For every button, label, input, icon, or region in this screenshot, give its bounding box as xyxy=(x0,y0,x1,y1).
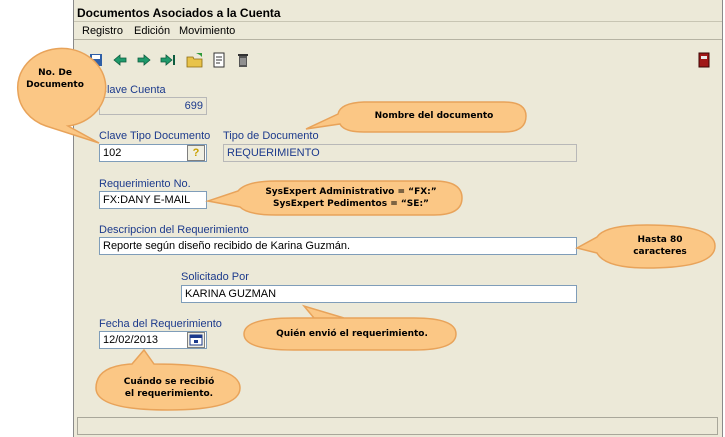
calendar-button[interactable] xyxy=(187,332,205,348)
solicitado-por-input[interactable]: KARINA GUZMAN xyxy=(181,285,577,303)
descripcion-input[interactable]: Reporte según diseño recibido de Karina … xyxy=(99,237,577,255)
menu-registro[interactable]: Registro xyxy=(82,25,123,37)
callout-sysexpert-line1: SysExpert Administrativo = “FX:” xyxy=(265,187,437,197)
callout-cuando-recibio-line2: el requerimiento. xyxy=(124,389,214,399)
callout-hasta-80: Hasta 80 caracteres xyxy=(574,223,720,271)
solicitado-por-label: Solicitado Por xyxy=(181,271,249,283)
tipo-documento-field: REQUERIMIENTO xyxy=(223,144,577,162)
requerimiento-no-label: Requerimiento No. xyxy=(99,178,191,190)
open-folder-icon[interactable] xyxy=(186,52,204,68)
clave-cuenta-field: 699 xyxy=(99,97,207,115)
trash-icon[interactable] xyxy=(235,52,253,68)
callout-sysexpert-line2: SysExpert Pedimentos = “SE:” xyxy=(273,199,429,209)
callout-sysexpert: SysExpert Administrativo = “FX:” SysExpe… xyxy=(205,179,466,219)
callout-nombre-documento: Nombre del documento xyxy=(304,100,530,140)
callout-no-documento: No. De Documento xyxy=(6,40,107,145)
callout-hasta-80-line1: Hasta 80 xyxy=(637,235,683,245)
callout-nombre-documento-text: Nombre del documento xyxy=(374,111,494,121)
arrow-left-icon[interactable] xyxy=(112,52,130,68)
menu-movimiento[interactable]: Movimiento xyxy=(179,25,235,37)
document-edit-icon[interactable] xyxy=(211,52,229,68)
callout-hasta-80-line2: caracteres xyxy=(633,247,687,257)
menu-edicion[interactable]: Edición xyxy=(134,25,170,37)
fecha-label: Fecha del Requerimiento xyxy=(99,318,222,330)
clave-tipo-documento-label: Clave Tipo Documento xyxy=(99,130,211,142)
callout-cuando-recibio: Cuándo se recibió el requerimiento. xyxy=(92,348,244,412)
status-bar xyxy=(77,417,718,435)
lookup-button[interactable]: ? xyxy=(187,145,205,161)
arrow-right-icon[interactable] xyxy=(136,52,154,68)
callout-no-documento-line1: No. De xyxy=(38,68,72,78)
callout-quien-envio: Quién envió el requerimiento. xyxy=(234,304,460,354)
toolbar xyxy=(74,42,722,76)
menu-bar: Registro Edición Movimiento xyxy=(74,22,722,40)
requerimiento-no-input[interactable]: FX:DANY E-MAIL xyxy=(99,191,207,209)
descripcion-label: Descripcion del Requerimiento xyxy=(99,224,249,236)
clave-cuenta-label: Clave Cuenta xyxy=(99,84,166,96)
callout-no-documento-line2: Documento xyxy=(26,80,84,90)
callout-cuando-recibio-line1: Cuándo se recibió xyxy=(123,377,215,387)
window-title: Documentos Asociados a la Cuenta xyxy=(74,4,722,22)
arrow-last-icon[interactable] xyxy=(160,52,178,68)
exit-icon[interactable] xyxy=(697,52,715,68)
callout-quien-envio-text: Quién envió el requerimiento. xyxy=(276,329,428,339)
